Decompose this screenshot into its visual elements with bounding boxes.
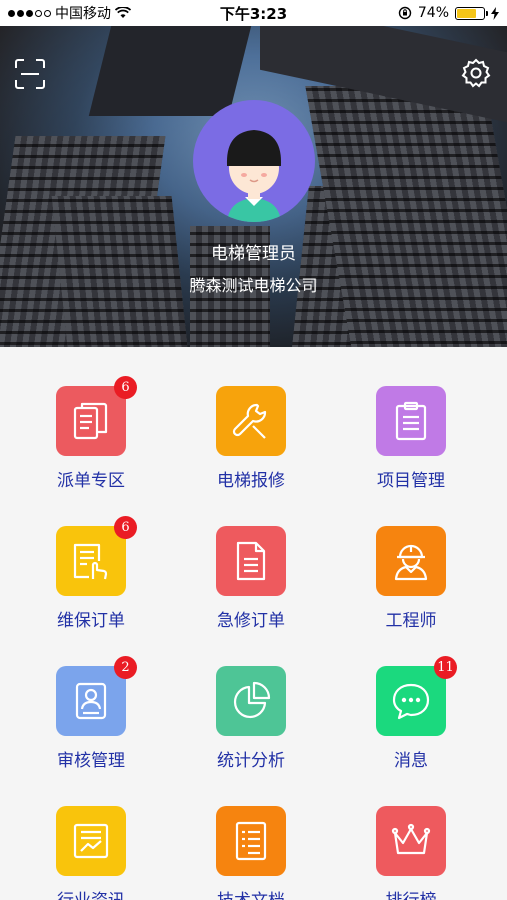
menu-label: 审核管理 bbox=[57, 751, 125, 771]
menu-item-technical-docs[interactable]: 技术文档 bbox=[181, 806, 321, 900]
signal-strength-icon bbox=[8, 9, 51, 17]
avatar[interactable] bbox=[193, 100, 315, 222]
status-right: 74% bbox=[329, 5, 499, 21]
menu-label: 行业资讯 bbox=[21, 886, 161, 900]
chat-icon bbox=[392, 683, 430, 720]
menu-label: 维保订单 bbox=[57, 611, 125, 631]
id-card-icon bbox=[75, 682, 107, 720]
document-icon bbox=[236, 541, 266, 581]
crown-icon bbox=[391, 823, 431, 855]
status-bar: 中国移动 下午3:23 74% bbox=[0, 0, 507, 26]
menu-label: 派单专区 bbox=[57, 471, 125, 491]
statistics-tile[interactable] bbox=[216, 666, 286, 736]
orientation-lock-icon bbox=[398, 6, 412, 20]
news-icon bbox=[73, 823, 109, 859]
news-tile[interactable] bbox=[56, 806, 126, 876]
messages-tile[interactable] bbox=[376, 666, 446, 736]
menu-label: 工程师 bbox=[385, 611, 437, 631]
urgent-repair-tile[interactable] bbox=[216, 526, 286, 596]
menu-label: 统计分析 bbox=[217, 751, 285, 771]
menu-item-industry-news[interactable]: 行业资讯 bbox=[21, 806, 161, 900]
profile-header: 电梯管理员 腾森测试电梯公司 bbox=[0, 26, 507, 347]
review-tile[interactable] bbox=[56, 666, 126, 736]
carrier-name: 中国移动 bbox=[55, 6, 111, 22]
dispatch-tile[interactable] bbox=[56, 386, 126, 456]
list-doc-icon bbox=[235, 821, 267, 861]
unread-count-badge: 6 bbox=[114, 516, 137, 539]
menu-item-dispatch-zone[interactable]: 6 派单专区 bbox=[21, 376, 161, 506]
engineer-tile[interactable] bbox=[376, 526, 446, 596]
menu-item-leaderboard[interactable]: 排行榜 bbox=[341, 806, 481, 900]
battery-fill bbox=[457, 8, 477, 18]
menu-label: 电梯报修 bbox=[217, 471, 285, 491]
function-grid: 6 派单专区 电梯报修 项目管理 6 维保订单 急修订单 工程师 2 审核管理 … bbox=[0, 347, 507, 900]
menu-item-urgent-repair-orders[interactable]: 急修订单 bbox=[181, 526, 321, 646]
menu-item-engineer[interactable]: 工程师 bbox=[341, 526, 481, 646]
unread-count-badge: 2 bbox=[114, 656, 137, 679]
menu-label: 排行榜 bbox=[341, 886, 481, 900]
clipboard-icon bbox=[395, 401, 427, 441]
unread-count-badge: 11 bbox=[434, 656, 457, 679]
project-tile[interactable] bbox=[376, 386, 446, 456]
status-time: 下午3:23 bbox=[219, 4, 288, 23]
menu-item-maintenance-orders[interactable]: 6 维保订单 bbox=[21, 516, 161, 646]
menu-item-statistics[interactable]: 统计分析 bbox=[181, 666, 321, 786]
menu-item-project-management[interactable]: 项目管理 bbox=[341, 386, 481, 506]
menu-item-review-management[interactable]: 2 审核管理 bbox=[21, 656, 161, 786]
status-left: 中国移动 bbox=[8, 3, 178, 23]
avatar-illustration bbox=[226, 130, 282, 222]
charging-icon bbox=[491, 6, 499, 20]
wifi-icon bbox=[115, 7, 131, 18]
scan-icon[interactable] bbox=[14, 58, 46, 90]
repair-tile[interactable] bbox=[216, 386, 286, 456]
user-name: 电梯管理员 bbox=[211, 244, 296, 264]
engineer-icon bbox=[394, 544, 428, 581]
menu-label: 急修订单 bbox=[217, 611, 285, 631]
menu-item-elevator-repair[interactable]: 电梯报修 bbox=[181, 386, 321, 506]
menu-label: 项目管理 bbox=[377, 471, 445, 491]
hand-form-icon bbox=[73, 543, 108, 580]
pie-chart-icon bbox=[233, 681, 271, 719]
building-bg bbox=[88, 26, 252, 116]
wrench-icon bbox=[232, 403, 267, 439]
menu-item-messages[interactable]: 11 消息 bbox=[341, 656, 481, 786]
menu-label: 消息 bbox=[394, 751, 428, 771]
company-name: 腾森测试电梯公司 bbox=[189, 276, 318, 295]
maintenance-tile[interactable] bbox=[56, 526, 126, 596]
battery-percent: 74% bbox=[417, 5, 449, 21]
gear-icon[interactable] bbox=[461, 58, 491, 88]
battery-icon bbox=[455, 6, 488, 20]
tech-docs-tile[interactable] bbox=[216, 806, 286, 876]
leaderboard-tile[interactable] bbox=[376, 806, 446, 876]
unread-count-badge: 6 bbox=[114, 376, 137, 399]
menu-label: 技术文档 bbox=[181, 886, 321, 900]
documents-icon bbox=[73, 402, 108, 440]
